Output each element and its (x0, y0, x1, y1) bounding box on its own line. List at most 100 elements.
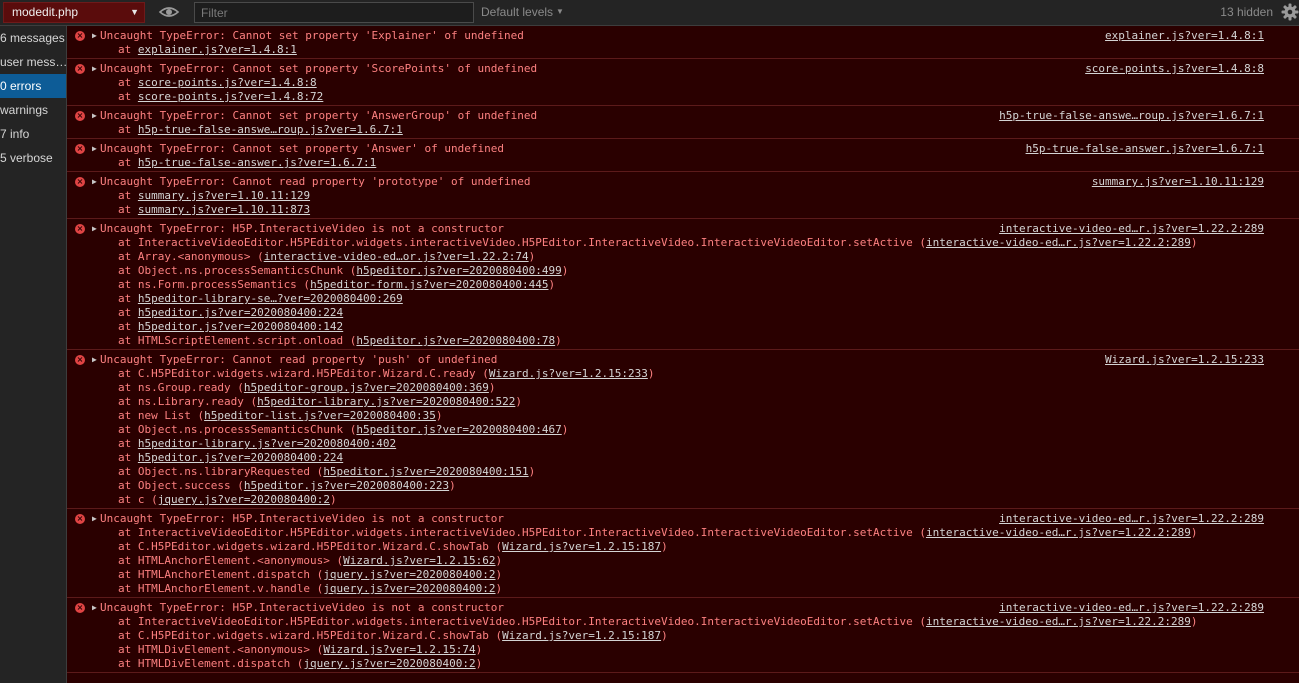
sidebar-filter-item[interactable]: 5 verbose (0, 146, 66, 170)
frame-source-link[interactable]: Wizard.js?ver=1.2.15:187 (502, 629, 661, 642)
frame-caller: at new List ( (118, 409, 205, 422)
stack-frame: at new List (h5peditor-list.js?ver=20200… (67, 409, 1299, 423)
expand-triangle-icon[interactable]: ▶ (92, 175, 100, 189)
frame-source-link[interactable]: h5peditor-list.js?ver=2020080400:35 (204, 409, 436, 422)
error-text: Uncaught TypeError: Cannot read property… (100, 353, 498, 366)
expand-triangle-icon[interactable]: ▶ (92, 29, 100, 43)
frame-source-link[interactable]: h5p-true-false-answe…roup.js?ver=1.6.7:1 (138, 123, 403, 136)
error-headline[interactable]: ▶ Uncaught TypeError: Cannot set property… (67, 109, 1299, 123)
frame-caller: at (118, 90, 138, 103)
error-text: Uncaught TypeError: Cannot set property … (100, 62, 538, 75)
frame-suffix: ) (1190, 526, 1198, 539)
frame-caller: at (118, 43, 138, 56)
error-text: Uncaught TypeError: Cannot set property … (100, 109, 538, 122)
frame-source-link[interactable]: h5peditor.js?ver=2020080400:467 (356, 423, 561, 436)
frame-source-link[interactable]: score-points.js?ver=1.4.8:8 (138, 76, 317, 89)
source-link[interactable]: h5p-true-false-answer.js?ver=1.6.7:1 (1026, 142, 1264, 156)
expand-triangle-icon[interactable]: ▶ (92, 512, 100, 526)
frame-source-link[interactable]: interactive-video-ed…r.js?ver=1.22.2:289 (926, 615, 1191, 628)
frame-source-link[interactable]: Wizard.js?ver=1.2.15:62 (343, 554, 495, 567)
frame-source-link[interactable]: summary.js?ver=1.10.11:873 (138, 203, 310, 216)
source-link[interactable]: h5p-true-false-answe…roup.js?ver=1.6.7:1 (999, 109, 1264, 123)
frame-source-link[interactable]: Wizard.js?ver=1.2.15:74 (323, 643, 475, 656)
error-headline[interactable]: ▶ Uncaught TypeError: Cannot set property… (67, 29, 1299, 43)
error-headline[interactable]: ▶ Uncaught TypeError: Cannot set property… (67, 62, 1299, 76)
source-link[interactable]: score-points.js?ver=1.4.8:8 (1085, 62, 1264, 76)
log-levels-dropdown[interactable]: Default levels ▼ (481, 5, 564, 19)
frame-source-link[interactable]: Wizard.js?ver=1.2.15:233 (489, 367, 648, 380)
frame-caller: at Object.ns.processSemanticsChunk ( (118, 264, 357, 277)
frame-source-link[interactable]: interactive-video-ed…r.js?ver=1.22.2:289 (926, 526, 1191, 539)
frame-source-link[interactable]: interactive-video-ed…r.js?ver=1.22.2:289 (926, 236, 1191, 249)
sidebar-filter-item[interactable]: user mess… (0, 50, 66, 74)
expand-triangle-icon[interactable]: ▶ (92, 109, 100, 123)
console-error-message: × ▶ Uncaught TypeError: Cannot set propert… (67, 106, 1299, 139)
frame-source-link[interactable]: jquery.js?ver=2020080400:2 (158, 493, 330, 506)
context-selector[interactable]: modedit.php ▼ (3, 2, 145, 23)
stack-frame: at h5peditor.js?ver=2020080400:224 (67, 306, 1299, 320)
error-text: Uncaught TypeError: H5P.InteractiveVideo… (100, 512, 504, 525)
error-headline[interactable]: ▶ Uncaught TypeError: Cannot read propert… (67, 175, 1299, 189)
frame-suffix: ) (1190, 236, 1198, 249)
frame-source-link[interactable]: h5peditor-form.js?ver=2020080400:445 (310, 278, 548, 291)
source-link[interactable]: Wizard.js?ver=1.2.15:233 (1105, 353, 1264, 367)
console-error-message: × ▶ Uncaught TypeError: Cannot set propert… (67, 139, 1299, 172)
expand-triangle-icon[interactable]: ▶ (92, 222, 100, 236)
frame-source-link[interactable]: score-points.js?ver=1.4.8:72 (138, 90, 323, 103)
frame-source-link[interactable]: jquery.js?ver=2020080400:2 (303, 657, 475, 670)
frame-suffix: ) (495, 568, 503, 581)
source-link[interactable]: explainer.js?ver=1.4.8:1 (1105, 29, 1264, 43)
error-headline[interactable]: ▶ Uncaught TypeError: H5P.InteractiveVide… (67, 601, 1299, 615)
frame-source-link[interactable]: Wizard.js?ver=1.2.15:187 (502, 540, 661, 553)
expand-triangle-icon[interactable]: ▶ (92, 142, 100, 156)
frame-source-link[interactable]: h5peditor.js?ver=2020080400:151 (323, 465, 528, 478)
frame-source-link[interactable]: h5peditor-library.js?ver=2020080400:402 (138, 437, 396, 450)
sidebar-filter-item[interactable]: warnings (0, 98, 66, 122)
frame-caller: at ns.Library.ready ( (118, 395, 258, 408)
error-headline[interactable]: ▶ Uncaught TypeError: Cannot set property… (67, 142, 1299, 156)
frame-suffix: ) (647, 367, 655, 380)
frame-source-link[interactable]: interactive-video-ed…or.js?ver=1.22.2:74 (264, 250, 529, 263)
frame-source-link[interactable]: jquery.js?ver=2020080400:2 (323, 568, 495, 581)
console-error-message: × ▶ Uncaught TypeError: Cannot set propert… (67, 26, 1299, 59)
eye-icon[interactable] (158, 4, 180, 20)
frame-caller: at HTMLDivElement.<anonymous> ( (118, 643, 324, 656)
frame-source-link[interactable]: h5peditor-group.js?ver=2020080400:369 (244, 381, 489, 394)
gear-icon[interactable] (1281, 3, 1299, 21)
frame-source-link[interactable]: h5peditor-library-se…?ver=2020080400:269 (138, 292, 403, 305)
frame-source-link[interactable]: h5peditor.js?ver=2020080400:224 (138, 451, 343, 464)
frame-source-link[interactable]: h5peditor.js?ver=2020080400:223 (244, 479, 449, 492)
frame-source-link[interactable]: h5peditor.js?ver=2020080400:224 (138, 306, 343, 319)
expand-triangle-icon[interactable]: ▶ (92, 62, 100, 76)
frame-source-link[interactable]: h5peditor.js?ver=2020080400:78 (356, 334, 555, 347)
frame-caller: at (118, 203, 138, 216)
filter-input[interactable] (194, 2, 474, 23)
frame-caller: at (118, 451, 138, 464)
frame-source-link[interactable]: explainer.js?ver=1.4.8:1 (138, 43, 297, 56)
sidebar-filter-item[interactable]: 0 errors (0, 74, 66, 98)
frame-source-link[interactable]: h5p-true-false-answer.js?ver=1.6.7:1 (138, 156, 376, 169)
source-link[interactable]: interactive-video-ed…r.js?ver=1.22.2:289 (999, 601, 1264, 615)
error-headline[interactable]: ▶ Uncaught TypeError: H5P.InteractiveVide… (67, 512, 1299, 526)
stack-frame: at Object.success (h5peditor.js?ver=2020… (67, 479, 1299, 493)
source-link[interactable]: interactive-video-ed…r.js?ver=1.22.2:289 (999, 512, 1264, 526)
sidebar-filter-item[interactable]: 6 messages (0, 26, 66, 50)
source-link[interactable]: interactive-video-ed…r.js?ver=1.22.2:289 (999, 222, 1264, 236)
frame-source-link[interactable]: h5peditor.js?ver=2020080400:499 (356, 264, 561, 277)
chevron-down-icon: ▼ (556, 7, 564, 16)
frame-source-link[interactable]: summary.js?ver=1.10.11:129 (138, 189, 310, 202)
frame-caller: at (118, 76, 138, 89)
frame-suffix: ) (495, 582, 503, 595)
error-text: Uncaught TypeError: H5P.InteractiveVideo… (100, 601, 504, 614)
frame-source-link[interactable]: jquery.js?ver=2020080400:2 (323, 582, 495, 595)
stack-frame: at c (jquery.js?ver=2020080400:2) (67, 493, 1299, 507)
error-headline[interactable]: ▶ Uncaught TypeError: H5P.InteractiveVide… (67, 222, 1299, 236)
error-headline[interactable]: ▶ Uncaught TypeError: Cannot read propert… (67, 353, 1299, 367)
stack-frame: at HTMLAnchorElement.dispatch (jquery.js… (67, 568, 1299, 582)
sidebar-filter-item[interactable]: 7 info (0, 122, 66, 146)
frame-source-link[interactable]: h5peditor-library.js?ver=2020080400:522 (257, 395, 515, 408)
expand-triangle-icon[interactable]: ▶ (92, 601, 100, 615)
frame-source-link[interactable]: h5peditor.js?ver=2020080400:142 (138, 320, 343, 333)
expand-triangle-icon[interactable]: ▶ (92, 353, 100, 367)
source-link[interactable]: summary.js?ver=1.10.11:129 (1092, 175, 1264, 189)
